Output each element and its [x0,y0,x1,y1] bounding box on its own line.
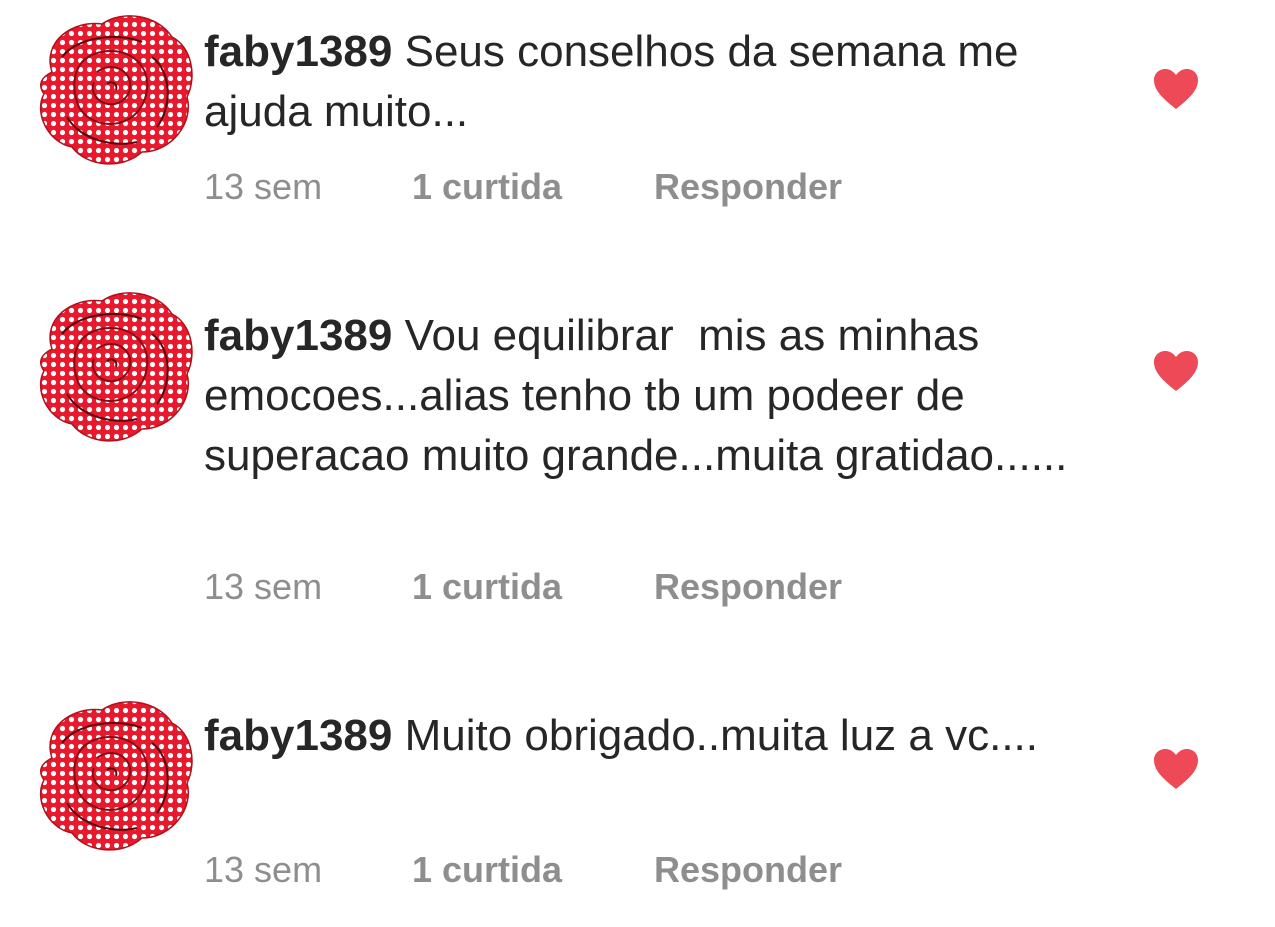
heart-icon[interactable] [1152,747,1200,791]
rose-avatar[interactable] [22,2,198,178]
comment-body: faby1389 Seus conselhos da semana me aju… [204,22,1084,142]
comment-text: Muito obrigado..muita luz a vc.... [404,711,1038,760]
comment-time: 13 sem [204,166,323,207]
comment-time: 13 sem [204,566,323,607]
reply-button[interactable]: Responder [654,845,842,895]
comment-likes[interactable]: 1 curtida [412,845,562,895]
rose-avatar[interactable] [22,279,198,455]
heart-icon[interactable] [1152,349,1200,393]
reply-button[interactable]: Responder [654,162,842,212]
rose-avatar[interactable] [22,688,198,864]
comment-username[interactable]: faby1389 [204,711,392,760]
comment-body: faby1389 Vou equilibrar mis as minhas em… [204,306,1084,486]
comment-time: 13 sem [204,849,323,890]
comment-body: faby1389 Muito obrigado..muita luz a vc.… [204,706,1084,766]
comment-likes[interactable]: 1 curtida [412,162,562,212]
heart-icon[interactable] [1152,67,1200,111]
reply-button[interactable]: Responder [654,562,842,612]
comment-username[interactable]: faby1389 [204,311,392,360]
comment-likes[interactable]: 1 curtida [412,562,562,612]
comment-username[interactable]: faby1389 [204,27,392,76]
